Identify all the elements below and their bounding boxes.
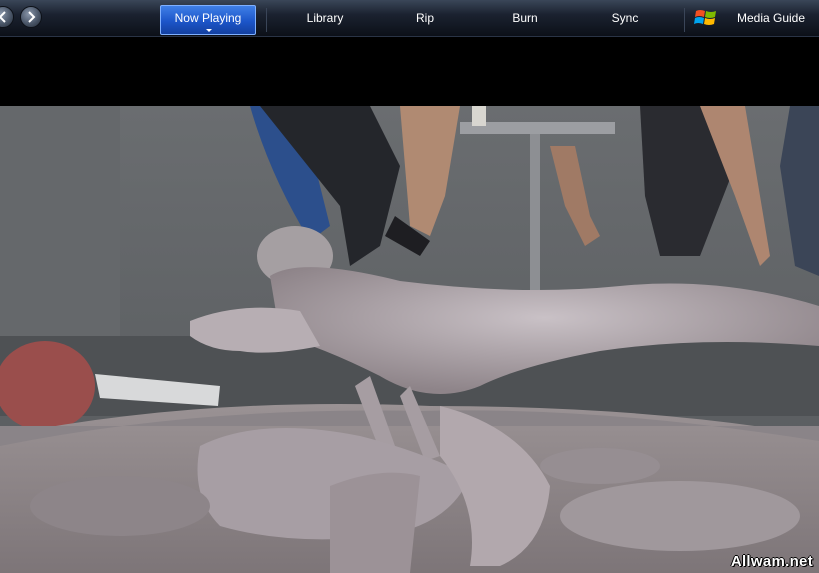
video-frame-image <box>0 106 819 573</box>
tab-label: Media Guide <box>736 11 806 25</box>
tab-now-playing[interactable]: Now Playing <box>160 5 256 35</box>
tab-label: Library <box>306 11 344 25</box>
chevron-down-icon[interactable] <box>206 29 212 32</box>
video-letterbox-top <box>0 37 819 106</box>
tab-rip[interactable]: Rip <box>405 6 445 36</box>
arrow-left-icon <box>0 11 6 23</box>
toolbar-divider <box>684 8 685 32</box>
tab-sync[interactable]: Sync <box>603 6 647 36</box>
tab-burn[interactable]: Burn <box>503 6 547 36</box>
toolbar-divider <box>266 8 267 32</box>
tab-label: Burn <box>512 11 538 25</box>
tab-label: Sync <box>611 11 639 25</box>
back-button[interactable] <box>0 6 14 28</box>
arrow-right-icon <box>28 11 36 23</box>
watermark: Allwam.net <box>730 553 813 570</box>
video-display[interactable]: Allwam.net <box>0 106 819 573</box>
windows-logo-icon <box>694 10 716 25</box>
tab-label: Now Playing <box>174 11 242 25</box>
tab-media-guide[interactable]: Media Guide <box>728 6 814 36</box>
player-toolbar: Now Playing Library Rip Burn Sync Media … <box>0 0 819 37</box>
tab-label: Rip <box>415 11 434 25</box>
tab-library[interactable]: Library <box>292 6 358 36</box>
forward-button[interactable] <box>20 6 42 28</box>
